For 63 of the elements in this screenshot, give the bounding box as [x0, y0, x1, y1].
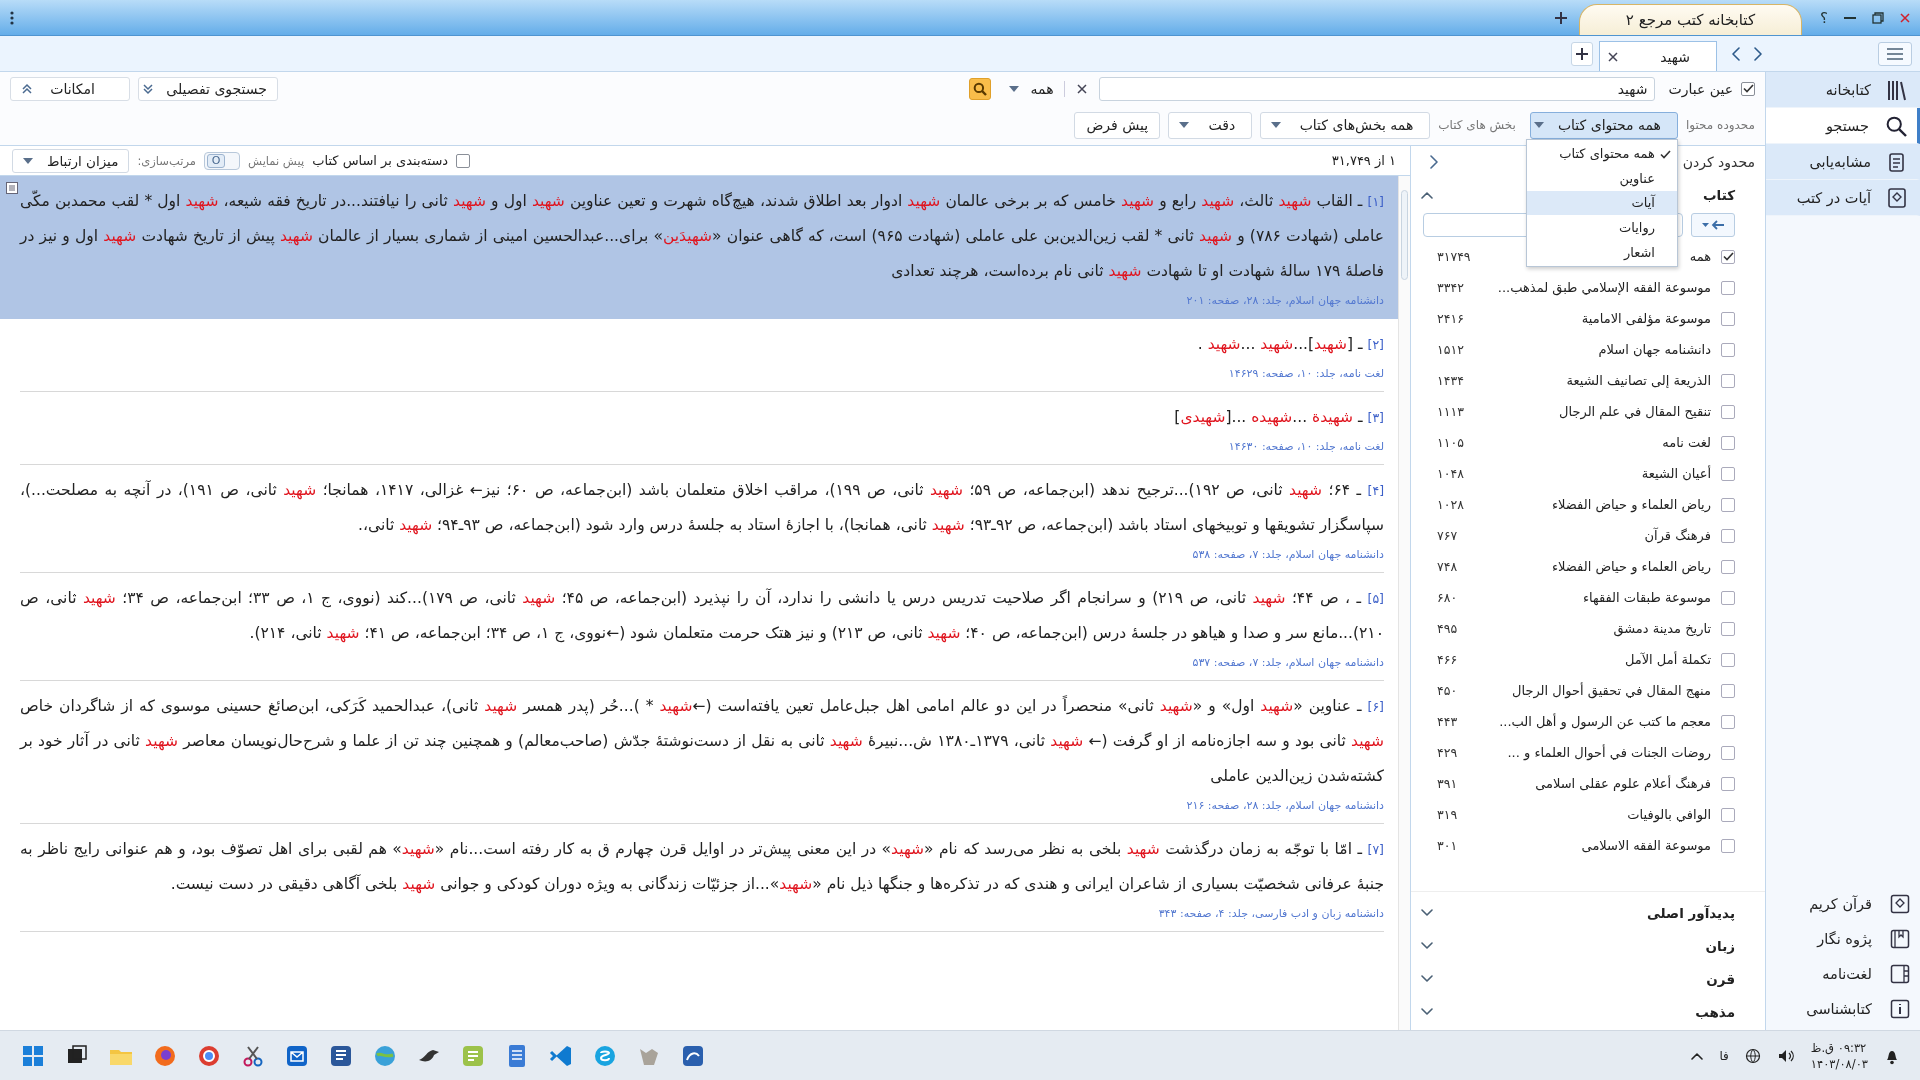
book-name: موسوعة مؤلفی الامامیة: [1581, 311, 1711, 326]
toggle-label: پیش نمایش: [248, 153, 305, 168]
book-name: الوافي بالوفیات: [1627, 807, 1711, 822]
result-snippet: [۴] ـ ۶۴؛ شهید ثانی، ص ۱۹۲)...ترجیح ندهد (ابن‌جماعه، ص ۵۹؛ شهید ثانی، ص ۱۹۹)، مراقب اخلاق متعلمان باشد (ابن‌جماعه، ص ۶۰؛ نیز← غزالی، ۱۴۱۷، همانجا؛ شهید ثانی، ص ۱۹۱)، در آنچه به مصلحت...)، سپاسگزار تشویقها و توبیخهای استاد باشد (ابن‌جماعه، ص ۹۲ـ۹۳؛ شهید ثانی، همانجا)، با اجازهٔ استاد به جلسهٔ درس وارد شود (ابن‌جماعه، ص ۹۳ـ۹۴؛ شهید ثانی،.: [20, 479, 1384, 537]
result-count: ۲۴۱۶: [1437, 311, 1464, 326]
result-count: ۱۴۳۴: [1437, 373, 1464, 388]
checkbox-label: دسته‌بندی بر اساس کتاب: [312, 153, 449, 168]
result-count: ۴۹۵: [1437, 621, 1458, 636]
book-name: لغت نامه: [1662, 435, 1711, 450]
book-name: الذریعة إلی تصانیف الشیعة: [1566, 373, 1711, 388]
result-count: ۳۳۴۲: [1437, 280, 1464, 295]
result-count: ۶۸۰: [1437, 590, 1458, 605]
book-name: فرهنگ قرآن: [1644, 528, 1711, 543]
result-snippet: [۷] ـ امّا با توجّه به زمان درگذشت شهید بلخی به نظر می‌رسد که نام «شهید» در این معنی پیش‌تر در اوایل قرن چهارم ق به کار رفته است...نام «شهید» هم لقبی برای اهل تصوّف بود، و هم عنوانی رایج ناظر به جنبهٔ عرفانی شخصیّت بسیاری از شاعران ایرانی و هندی که در تذکره‌ها و جنگها ذیل نام «شهید»...از جزئیّات زندگانی به ویژه دوران کودکی و جوانی شهید بلخی آگاهی دقیقی در دست نیست.: [20, 839, 1384, 896]
section-title: زبان: [1705, 937, 1735, 954]
book-name: تاریخ مدینة دمشق: [1613, 621, 1711, 636]
result-count: ۱۱۱۳: [1437, 404, 1464, 419]
result-count: ۳۹۱: [1437, 776, 1458, 791]
book-name: دانشنامه جهان اسلام: [1598, 342, 1711, 357]
result-count: ۷۴۸: [1437, 559, 1458, 574]
section-title: مذهب: [1695, 1003, 1735, 1020]
result-snippet: [۳] ـ شهیدة ...شهیده ...[شهیدی]: [1173, 407, 1384, 429]
result-count: ۴۵۰: [1437, 683, 1458, 698]
result-count: ۳۱۹: [1437, 807, 1458, 822]
book-name: ریاض العلماء و حیاض الفضلاء: [1551, 497, 1711, 512]
result-count: ۴۴۳: [1437, 714, 1458, 729]
result-count: ۱۵۱۲: [1437, 342, 1464, 357]
result-count: ۱۰۴۸: [1437, 466, 1464, 481]
result-count: ۴۲۹: [1437, 745, 1458, 760]
checkbox-label: عین عبارت: [1668, 80, 1733, 97]
field-label: بخش های کتاب: [1438, 118, 1516, 132]
clock-date: ۱۴۰۳/۰۸/۰۳: [1810, 1055, 1868, 1072]
result-count: ۴۶۶: [1437, 652, 1458, 667]
book-name: روضات الجنات في أحوال العلماء و ...: [1507, 745, 1711, 760]
result-snippet: [۲] ـ [شهید]...شهید ...شهید .: [1196, 334, 1384, 356]
result-snippet: [۱] ـ القاب شهید ثالث، شهید رابع و شهید خامس که بر برخی عالمان شهید ادوار بعد اطلاق شدند، هیچ‌گاه شهرت و تعین عناوین شهید اول و شهید ثانی را نیافتند...در تاریخ فقه شیعه، شهید اول * لقب محمدبن مکّی عاملی (شهادت ۷۸۶) و شهید ثانی * لقب زین‌الدین‌بن علی عاملی (شهادت ۹۶۵) است، که گاهی عنوان «شهیدَین» برای...عبدالحسین امینی از شماری بسیار از عالمان شهید پیش از تاریخ شهادت شهید اول و نیز در فاصلهٔ ۱۷۹ سالهٔ شهادت او تا شهادت شهید ثانی نام برده‌است، هرچند تعدادی: [20, 189, 1384, 283]
panel-title: محدود کردن: [1682, 154, 1755, 170]
book-name: فرهنگ أعلام علوم عقلی اسلامی: [1535, 776, 1711, 791]
book-name: ریاض العلماء و حیاض الفضلاء: [1551, 559, 1711, 574]
clock-time: ۰۹:۳۲ ق.ظ: [1810, 1039, 1867, 1056]
section-title: کتاب: [1703, 186, 1735, 203]
result-count: ۷۶۷: [1437, 528, 1458, 543]
book-name: تکملة أمل الآمل: [1624, 652, 1711, 667]
book-name: أعیان الشیعة: [1641, 466, 1711, 481]
section-title: قرن: [1706, 970, 1735, 987]
result-snippet: [۵] ـ ، ص ۴۴؛ شهید ثانی، ص ۲۱۹) و سرانجام اگر صلاحیت تدریس درس یا دانشی را ندارد، آن را نپذیرد (ابن‌جماعه، ص ۴۵؛ شهید ثانی، ص ۱۷۹)...کند (نووی، ج ۱، ص ۳۳؛ ابن‌جماعه، ص ۳۴؛ شهید ثانی، ص ۲۱۰)...مانع سر و صدا و هیاهو در جلسهٔ درس (ابن‌جماعه، ص ۴۰؛ شهید ثانی، ص ۲۱۳) و نیز هتک حرمت متعلمان شود (←نووی، ج ۱، ص ۳۴؛ ابن‌جماعه، ص ۴۱؛ شهید ثانی، ۲۱۴).: [20, 587, 1384, 645]
sort-label: مرتب‌سازی:: [137, 153, 196, 168]
book-name: معجم ما كتب عن الرسول و أهل الب...: [1499, 714, 1711, 729]
book-name: موسوعة الفقه الإسلامي طبق لمذهب...: [1497, 280, 1711, 295]
book-name: تنقیح المقال في علم الرجال: [1559, 404, 1711, 419]
book-name: موسوعة الفقه الاسلامی: [1581, 838, 1711, 853]
result-snippet: [۶] ـ عناوین «شهید اول» و «شهید ثانی» منحصراً در این دو عالم امامی اهل جبل‌عامل تعین یافته‌است (←شهید * )...حُر (پدر همسر شهید ثانی)، عبدالحمید کَرَکی، ابن‌صائغ حسینی موسوی که از شاگردان خاص شهید ثانی بود و سه اجازه‌نامه از او گرفت (← شهید ثانی، ۱۳۷۹ـ۱۳۸۰ ش...نبیرهٔ شهید ثانی به نقل از دست‌نوشتهٔ جدّش (صاحب‌معالم) و همچنین چند تن از علما و شرح‌حال‌نویسان معاصر شهید ثانی در آثار خود بر کشته‌شدن زین‌الدین عاملی: [20, 694, 1384, 787]
window-title: کتابخانه کتب مرجع ۲: [1578, 4, 1803, 35]
result-count: ۱ از ۳۱,۷۴۹: [1331, 153, 1396, 168]
section-title: پدیدآور اصلی: [1646, 904, 1735, 921]
field-label: محدوده محتوا: [1685, 118, 1755, 132]
result-count: ۱۰۲۸: [1437, 497, 1464, 512]
book-name: همه: [1689, 249, 1711, 264]
result-count: ۱۱۰۵: [1437, 435, 1464, 450]
book-name: منهج المقال في تحقیق أحوال الرجال: [1512, 683, 1711, 698]
result-count: ۳۰۱: [1437, 838, 1458, 853]
book-name: موسوعة طبقات الفقهاء: [1582, 590, 1711, 605]
result-count: ۳۱۷۴۹: [1437, 249, 1471, 264]
